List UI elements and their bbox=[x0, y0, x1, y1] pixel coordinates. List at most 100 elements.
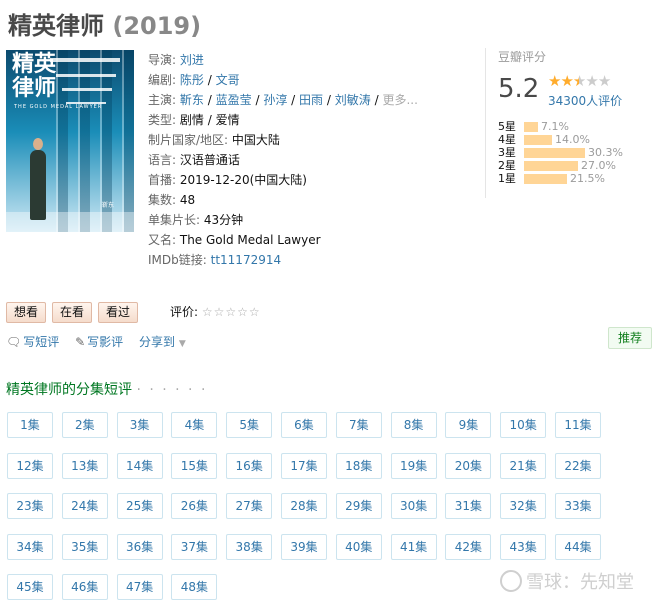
rating-bar-label: 3星 bbox=[498, 146, 516, 159]
episode-button[interactable]: 12集 bbox=[7, 452, 53, 479]
language-label: 语言: bbox=[148, 153, 177, 167]
episode-button[interactable]: 37集 bbox=[171, 533, 218, 560]
episode-button[interactable]: 25集 bbox=[116, 493, 163, 519]
episode-button[interactable]: 3集 bbox=[116, 412, 163, 438]
show-name: 精英律师 bbox=[8, 12, 104, 40]
episode-button[interactable]: 27集 bbox=[226, 493, 273, 519]
episode-button[interactable]: 2集 bbox=[61, 412, 108, 438]
episode-button[interactable]: 13集 bbox=[61, 452, 108, 479]
episode-button[interactable]: 44集 bbox=[555, 533, 601, 560]
aka-value: The Gold Medal Lawyer bbox=[179, 233, 321, 247]
cast-link[interactable]: 田雨 bbox=[299, 93, 323, 107]
episode-button[interactable]: 15集 bbox=[171, 452, 218, 479]
episode-button[interactable]: 16集 bbox=[226, 452, 273, 479]
star-icon: ★ bbox=[548, 72, 561, 90]
cast-link[interactable]: 孙淳 bbox=[263, 93, 287, 107]
episode-reviews-title: 精英律师的分集短评 · · · · · · bbox=[6, 379, 207, 399]
episode-button[interactable]: 8集 bbox=[390, 412, 437, 438]
episode-button[interactable]: 14集 bbox=[116, 452, 163, 479]
episode-button[interactable]: 17集 bbox=[281, 452, 327, 479]
episode-button[interactable]: 19集 bbox=[390, 452, 437, 479]
poster-floor bbox=[6, 212, 134, 232]
episode-button[interactable]: 10集 bbox=[500, 412, 547, 438]
pencil-icon: ✎ bbox=[75, 335, 86, 349]
write-short-review-link[interactable]: 🗨 写短评 bbox=[6, 335, 59, 349]
genre-value: 剧情 bbox=[179, 113, 204, 127]
episode-button[interactable]: 34集 bbox=[7, 533, 53, 560]
episode-button[interactable]: 41集 bbox=[390, 533, 437, 560]
episode-button[interactable]: 9集 bbox=[445, 412, 492, 438]
rate-widget: 评价: ☆☆☆☆☆ bbox=[170, 303, 261, 320]
episode-button[interactable]: 23集 bbox=[7, 493, 53, 519]
watched-button[interactable]: 看过 bbox=[98, 302, 139, 323]
cast-link[interactable]: 靳东 bbox=[180, 93, 204, 107]
cast-more-link[interactable]: 更多... bbox=[382, 93, 417, 107]
rating-bar-percent: 21.5% bbox=[570, 172, 605, 185]
premiere-row: 首播: 2019-12-20(中国大陆) bbox=[148, 170, 418, 190]
episode-button[interactable]: 4集 bbox=[171, 412, 218, 438]
episode-button[interactable]: 1集 bbox=[7, 412, 53, 438]
episode-button[interactable]: 45集 bbox=[7, 574, 53, 600]
episode-button[interactable]: 48集 bbox=[171, 574, 218, 600]
episode-button[interactable]: 29集 bbox=[335, 493, 382, 519]
poster-figure bbox=[30, 138, 46, 220]
runtime-label: 单集片长: bbox=[148, 213, 201, 227]
country-label: 制片国家/地区: bbox=[148, 133, 229, 147]
episode-button[interactable]: 30集 bbox=[390, 493, 437, 519]
share-dropdown[interactable]: 分享到 ▼ bbox=[139, 335, 186, 349]
episode-button[interactable]: 5集 bbox=[226, 412, 273, 438]
rating-bar-row: 3星 30.3% bbox=[498, 146, 623, 159]
watching-button[interactable]: 在看 bbox=[52, 302, 93, 323]
episode-button[interactable]: 47集 bbox=[116, 574, 163, 600]
episode-button[interactable]: 31集 bbox=[445, 493, 492, 519]
cast-label: 主演: bbox=[148, 93, 177, 107]
episode-button[interactable]: 28集 bbox=[281, 493, 327, 519]
poster-image[interactable]: 精英律师 THE GOLD MEDAL LAWYER 靳东 bbox=[6, 50, 134, 232]
rating-votes-link[interactable]: 34300人评价 bbox=[548, 92, 622, 109]
imdb-link[interactable]: tt11172914 bbox=[211, 253, 282, 267]
episode-button[interactable]: 6集 bbox=[281, 412, 327, 438]
genre-label: 类型: bbox=[148, 113, 177, 127]
writer-link[interactable]: 陈彤 bbox=[180, 73, 204, 87]
rating-bar bbox=[524, 161, 578, 171]
recommend-button[interactable]: 推荐 bbox=[608, 327, 652, 349]
episode-button[interactable]: 42集 bbox=[445, 533, 492, 560]
cast-link[interactable]: 刘敏涛 bbox=[335, 93, 371, 107]
rating-bar-row: 5星 7.1% bbox=[498, 120, 623, 133]
director-link[interactable]: 刘进 bbox=[180, 53, 204, 67]
episode-button[interactable]: 22集 bbox=[555, 452, 601, 479]
episode-button[interactable]: 26集 bbox=[171, 493, 218, 519]
want-to-watch-button[interactable]: 想看 bbox=[6, 302, 47, 323]
episode-button[interactable]: 21集 bbox=[500, 452, 547, 479]
rating-bar-percent: 27.0% bbox=[581, 159, 616, 172]
episode-button[interactable]: 40集 bbox=[335, 533, 382, 560]
rating-bar-percent: 14.0% bbox=[555, 133, 590, 146]
episode-button[interactable]: 24集 bbox=[61, 493, 108, 519]
episode-button[interactable]: 46集 bbox=[61, 574, 108, 600]
show-year: (2019) bbox=[112, 12, 202, 40]
rate-stars-input[interactable]: ☆☆☆☆☆ bbox=[202, 305, 261, 319]
rating-bar bbox=[524, 148, 585, 158]
episode-button[interactable]: 18集 bbox=[335, 452, 382, 479]
cast-link[interactable]: 蓝盈莹 bbox=[216, 93, 252, 107]
episode-button[interactable]: 32集 bbox=[500, 493, 547, 519]
writer-label: 编剧: bbox=[148, 73, 177, 87]
episode-button[interactable]: 39集 bbox=[281, 533, 327, 560]
country-value: 中国大陆 bbox=[231, 133, 280, 147]
tool-links: 🗨 写短评 ✎ 写影评 分享到 ▼ bbox=[6, 333, 198, 350]
genre-row: 类型: 剧情 / 爱情 bbox=[148, 113, 240, 127]
episode-button[interactable]: 35集 bbox=[61, 533, 108, 560]
episode-button[interactable]: 36集 bbox=[116, 533, 163, 560]
rating-bar-percent: 30.3% bbox=[588, 146, 623, 159]
episode-button[interactable]: 7集 bbox=[335, 412, 382, 438]
writer-link[interactable]: 文哥 bbox=[216, 73, 240, 87]
episode-button[interactable]: 11集 bbox=[555, 412, 601, 438]
write-review-link[interactable]: ✎ 写影评 bbox=[75, 335, 123, 349]
episode-button[interactable]: 20集 bbox=[445, 452, 492, 479]
rating-bar bbox=[524, 122, 538, 132]
episode-button[interactable]: 33集 bbox=[555, 493, 601, 519]
rating-bar-row: 4星 14.0% bbox=[498, 133, 623, 146]
episode-button[interactable]: 38集 bbox=[226, 533, 273, 560]
episode-button[interactable]: 43集 bbox=[500, 533, 547, 560]
info-panel: 导演: 刘进 编剧: 陈彤 / 文哥 主演: 靳东 / 蓝盈莹 / 孙淳 / 田… bbox=[148, 50, 418, 270]
